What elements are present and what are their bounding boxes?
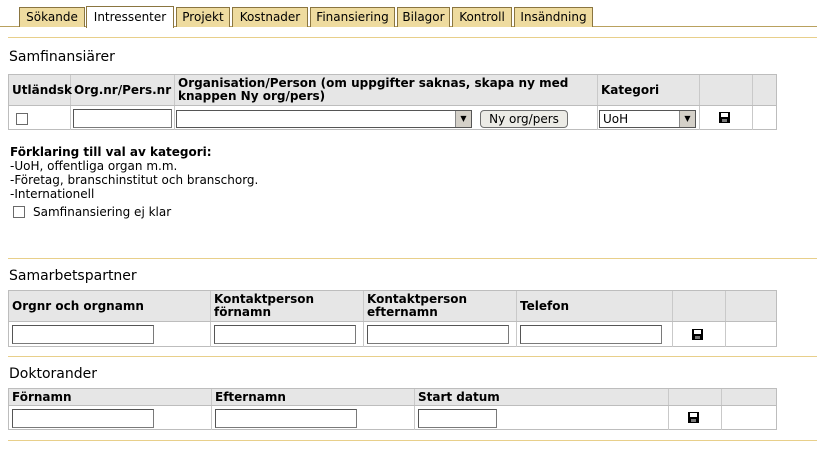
section-title-samarbetspartner: Samarbetspartner [9, 268, 137, 284]
kategori-select[interactable]: UoH ▼ [599, 110, 696, 128]
section-title-doktorander: Doktorander [9, 366, 97, 382]
utlandsk-checkbox[interactable] [16, 113, 28, 125]
table-header: Utländsk Org.nr/Pers.nr Organisation/Per… [9, 75, 776, 106]
divider [8, 356, 817, 357]
divider [8, 37, 817, 38]
col-utlandsk: Utländsk [9, 75, 72, 105]
col-save [669, 389, 722, 405]
section-title-samfinansiarer: Samfinansiärer [9, 49, 115, 65]
chevron-down-icon: ▼ [455, 111, 471, 127]
col-telefon: Telefon [517, 291, 673, 321]
tab-kostnader[interactable]: Kostnader [232, 7, 308, 27]
category-explanation-line: -Företag, branschinstitut och branschorg… [10, 173, 259, 187]
samfinansiarer-table: Utländsk Org.nr/Pers.nr Organisation/Per… [8, 74, 777, 130]
telefon-input[interactable] [520, 325, 662, 344]
samarbetspartner-table: Orgnr och orgnamn Kontaktperson förnamn … [8, 290, 777, 347]
organisation-select[interactable]: ▼ [176, 110, 472, 128]
save-icon[interactable] [692, 329, 703, 340]
tab-bar: Sökande Intressenter Projekt Kostnader F… [0, 0, 817, 28]
not-ready-checkbox[interactable] [13, 206, 25, 218]
col-kategori: Kategori [598, 75, 700, 105]
fornamn-input[interactable] [12, 409, 154, 428]
category-explanation-line: -Internationell [10, 187, 95, 201]
doktorander-table: Förnamn Efternamn Start datum [8, 388, 777, 430]
category-explanation-line: -UoH, offentliga organ m.m. [10, 159, 178, 173]
divider [8, 258, 817, 259]
kategori-select-value: UoH [603, 112, 629, 126]
tab-intressenter[interactable]: Intressenter [86, 6, 174, 28]
col-fornamn: Förnamn [9, 389, 212, 405]
efternamn-input[interactable] [215, 409, 357, 428]
orgnr-input[interactable] [73, 109, 172, 128]
col-kontakt-fornamn: Kontaktperson förnamn [211, 291, 364, 321]
save-icon[interactable] [719, 112, 730, 123]
save-icon[interactable] [688, 412, 699, 423]
chevron-down-icon: ▼ [679, 111, 695, 127]
tab-insandning[interactable]: Insändning [514, 7, 593, 27]
col-save [673, 291, 726, 321]
tab-bilagor[interactable]: Bilagor [397, 7, 450, 27]
col-save [700, 75, 753, 105]
start-datum-input[interactable] [418, 409, 497, 428]
tab-finansiering[interactable]: Finansiering [310, 7, 395, 27]
tab-sokande[interactable]: Sökande [19, 7, 85, 27]
col-kontakt-efternamn: Kontaktperson efternamn [364, 291, 517, 321]
table-header: Orgnr och orgnamn Kontaktperson förnamn … [9, 291, 776, 322]
col-start-datum: Start datum [415, 389, 669, 405]
col-efternamn: Efternamn [212, 389, 415, 405]
kontakt-fornamn-input[interactable] [214, 325, 356, 344]
not-ready-label: Samfinansiering ej klar [33, 205, 172, 219]
kontakt-efternamn-input[interactable] [367, 325, 509, 344]
col-orgnr-orgnamn: Orgnr och orgnamn [9, 291, 211, 321]
new-org-button[interactable]: Ny org/pers [480, 110, 568, 128]
orgnr-orgnamn-input[interactable] [12, 325, 154, 344]
col-orgnr: Org.nr/Pers.nr [71, 75, 175, 105]
tab-kontroll[interactable]: Kontroll [452, 7, 512, 27]
tab-projekt[interactable]: Projekt [176, 7, 230, 27]
table-header: Förnamn Efternamn Start datum [9, 389, 776, 406]
col-organisation: Organisation/Person (om uppgifter saknas… [175, 75, 598, 105]
category-explanation-title: Förklaring till val av kategori: [10, 145, 212, 159]
divider [8, 440, 817, 441]
